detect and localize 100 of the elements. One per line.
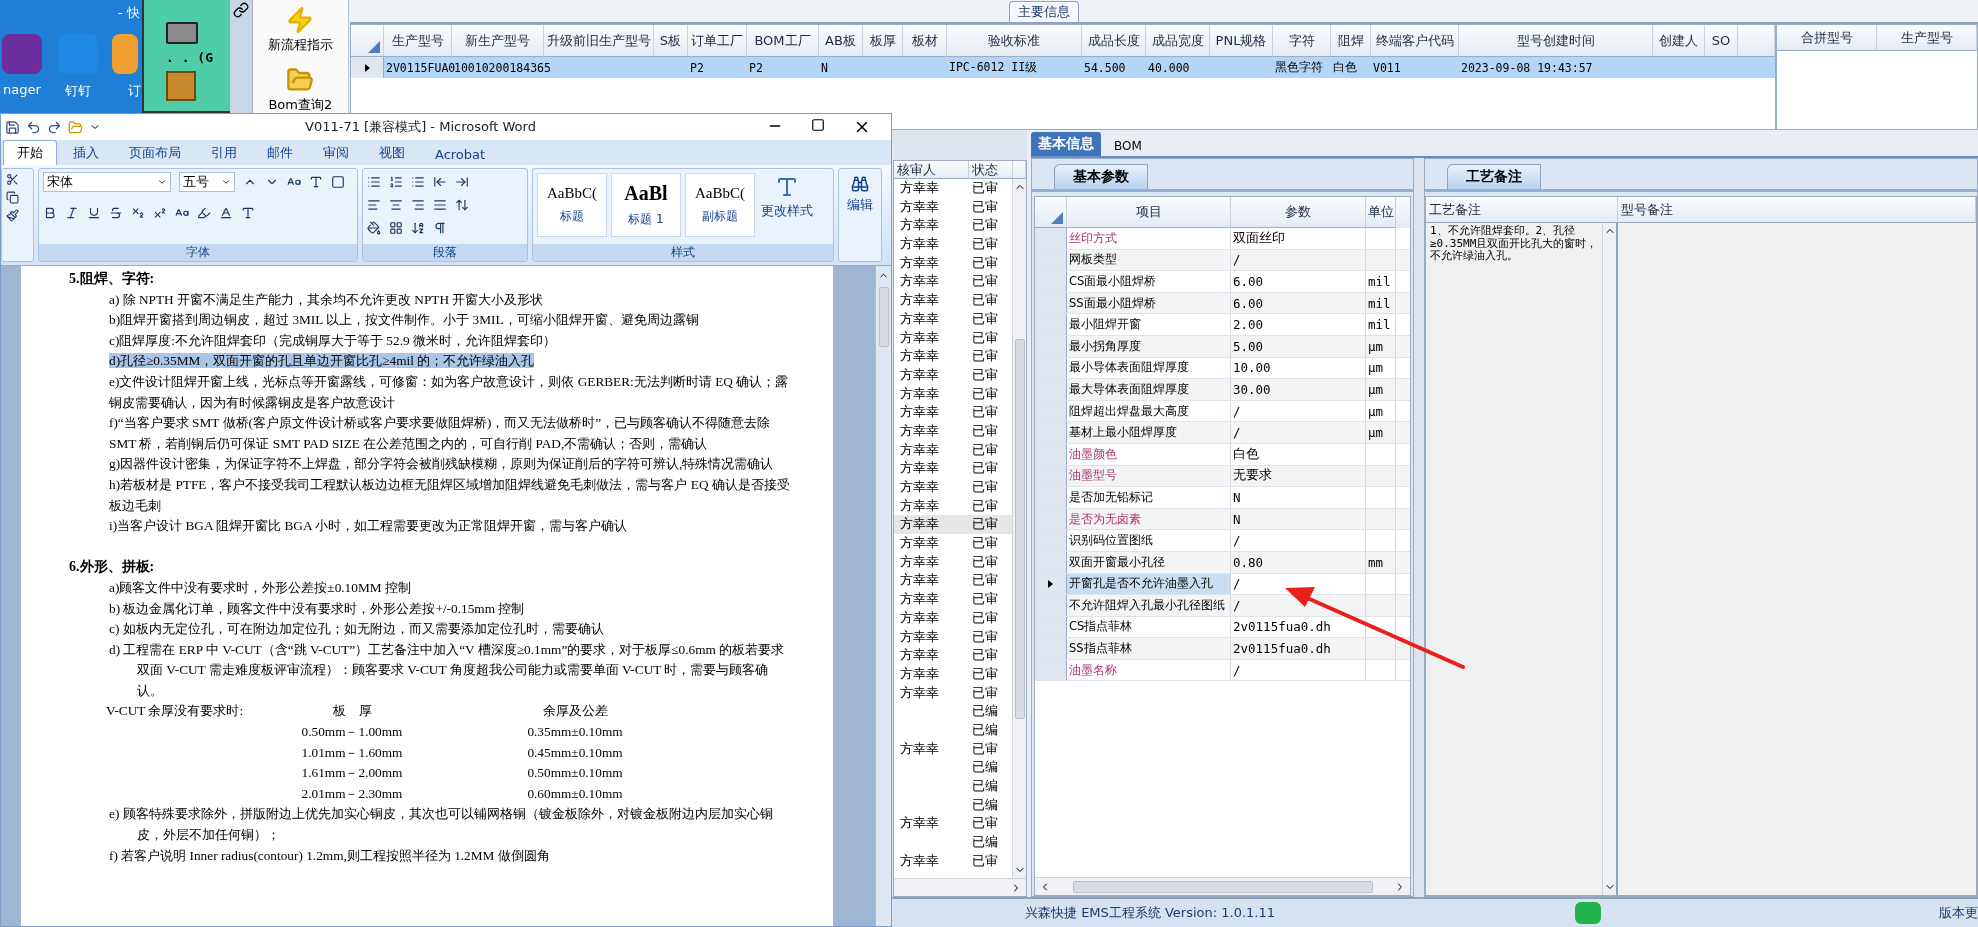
toolbar-button[interactable]: Bom查询2 xyxy=(264,64,337,116)
vertical-scrollbar[interactable] xyxy=(1012,179,1026,878)
vertical-scrollbar[interactable] xyxy=(875,266,891,926)
list-row[interactable]: 方幸幸 已审 xyxy=(894,515,1012,535)
style-gallery-item[interactable]: AaBl 标题 1 xyxy=(611,173,681,237)
save-icon[interactable] xyxy=(5,119,20,135)
horizontal-scrollbar[interactable] xyxy=(894,878,1026,896)
table-cell: mm xyxy=(1368,554,1384,570)
ribbon-tab[interactable]: Acrobat xyxy=(421,143,500,165)
link-icon[interactable] xyxy=(232,2,249,18)
table-row[interactable]: SS指点菲林 2v0115fua0.dh xyxy=(1035,638,1410,660)
font-color-icon[interactable] xyxy=(219,206,233,220)
style-gallery-item[interactable]: AaBbC( 副标题 xyxy=(685,173,755,237)
caret-icon[interactable] xyxy=(157,177,167,187)
ribbon-tab[interactable]: 审阅 xyxy=(309,140,363,165)
table-row[interactable]: 油墨名称 / xyxy=(1035,659,1410,682)
ribbon-tab[interactable]: 页面布局 xyxy=(115,140,195,165)
style-gallery-item[interactable]: AaBbC( 标题 xyxy=(537,173,607,237)
table-row[interactable]: 油墨颜色 白色 xyxy=(1035,443,1410,466)
align-left-icon[interactable] xyxy=(367,198,381,212)
horizontal-scrollbar[interactable] xyxy=(1035,877,1410,895)
table-row[interactable]: CS面最小阻焊桥 6.00 mil xyxy=(1035,271,1410,293)
table-row[interactable]: 基材上最小阻焊厚度 / μm xyxy=(1035,422,1410,444)
section-title: 主要信息 xyxy=(1009,1,1079,22)
decrease-indent-icon[interactable] xyxy=(433,175,447,189)
table-cell: 10.00 xyxy=(1231,357,1366,379)
strikethrough-icon[interactable] xyxy=(109,206,123,220)
maximize-icon[interactable] xyxy=(811,118,825,132)
tab[interactable]: BOM xyxy=(1107,136,1149,156)
scissors-icon[interactable] xyxy=(6,173,19,186)
align-center-icon[interactable] xyxy=(389,198,403,212)
tab[interactable]: 基本参数 xyxy=(1054,164,1148,189)
column-header[interactable]: 生产型号 xyxy=(1877,25,1977,51)
phonetic-guide-icon[interactable] xyxy=(309,175,323,189)
subscript-icon[interactable] xyxy=(131,206,145,220)
scrollbar-thumb[interactable] xyxy=(878,287,889,347)
table-cell: 无要求 xyxy=(1231,465,1366,487)
table-row[interactable]: 最小阻焊开窗 2.00 mil xyxy=(1035,314,1410,336)
tab[interactable]: 工艺备注 xyxy=(1447,164,1541,189)
table-cell: 白色 xyxy=(1333,60,1357,75)
table-row[interactable]: 识别码位置图纸 / xyxy=(1035,530,1410,552)
font-size-field[interactable]: 五号 xyxy=(179,172,235,192)
character-shading-icon[interactable] xyxy=(241,206,255,220)
table-row[interactable]: 最小导体表面阻焊厚度 10.00 μm xyxy=(1035,357,1410,380)
edit-button[interactable]: 编辑 xyxy=(843,173,877,216)
line-spacing-icon[interactable] xyxy=(455,198,469,212)
ribbon-tab[interactable]: 引用 xyxy=(197,140,251,165)
table-row[interactable]: 是否加无铅标记 N xyxy=(1035,487,1410,509)
highlighter-icon[interactable] xyxy=(197,206,211,220)
table-row[interactable]: SS面最小阻焊桥 6.00 mil xyxy=(1035,292,1410,315)
tab[interactable]: 基本信息 xyxy=(1031,132,1101,156)
copy-icon[interactable] xyxy=(6,191,19,204)
italic-icon[interactable] xyxy=(65,206,79,220)
table-row[interactable]: 阻焊超出焊盘最大高度 / μm xyxy=(1035,400,1410,423)
table-row[interactable]: 油墨型号 无要求 xyxy=(1035,465,1410,488)
vertical-scrollbar[interactable] xyxy=(1602,223,1616,895)
table-row[interactable]: 最小拐角厚度 5.00 μm xyxy=(1035,335,1410,358)
toolbar-button[interactable]: 新流程指示 xyxy=(263,4,337,56)
superscript-icon[interactable] xyxy=(153,206,167,220)
paint-bucket-icon[interactable] xyxy=(367,221,381,235)
column-header[interactable]: 合拼型号 xyxy=(1777,25,1877,51)
table-row[interactable]: 2V0115FUA010010200184365 P2 P2 N IPC-6012 II级 54.500 40.000 黑色字符 白色 V011 2023-09-08 19:43:57 xyxy=(351,57,1775,78)
undo-icon[interactable] xyxy=(26,119,41,135)
table-row[interactable]: 是否为无卤素 N xyxy=(1035,508,1410,531)
scrollbar-thumb[interactable] xyxy=(1014,338,1025,719)
table-row[interactable]: 最大导体表面阻焊厚度 30.00 μm xyxy=(1035,379,1410,401)
table-row[interactable]: 双面开窗最小孔径 0.80 mm xyxy=(1035,551,1410,574)
align-right-icon[interactable] xyxy=(411,198,425,212)
underline-icon[interactable] xyxy=(87,206,101,220)
sort-icon[interactable] xyxy=(411,221,425,235)
table-cell: N xyxy=(821,60,828,75)
paintbrush-icon[interactable] xyxy=(6,209,19,222)
numbering-icon[interactable] xyxy=(389,175,403,189)
table-cell: 2v0115fua0.dh xyxy=(1231,638,1366,659)
borders-icon[interactable] xyxy=(389,221,403,235)
bullets-icon[interactable] xyxy=(367,175,381,189)
pilcrow-icon[interactable] xyxy=(433,221,447,235)
table-cell: 阻焊超出焊盘最大高度 xyxy=(1067,400,1231,422)
table-row[interactable]: 丝印方式 双面丝印 xyxy=(1035,228,1410,250)
table-cell: 10010200184365 xyxy=(454,60,551,75)
redo-icon[interactable] xyxy=(47,119,62,135)
status-text[interactable]: 版本更 xyxy=(1939,904,1978,922)
bold-icon[interactable] xyxy=(43,206,57,220)
table-cell: 最大导体表面阻焊厚度 xyxy=(1067,379,1231,400)
ribbon-tab[interactable]: 邮件 xyxy=(253,140,307,165)
caret-icon[interactable] xyxy=(221,177,231,187)
multilevel-list-icon[interactable] xyxy=(411,175,425,189)
character-border-icon[interactable] xyxy=(331,175,345,189)
font-name-field[interactable]: 宋体 xyxy=(43,172,171,192)
table-cell: N xyxy=(1231,487,1366,508)
increase-indent-icon[interactable] xyxy=(455,175,469,189)
change-styles-button[interactable]: 更改样式 xyxy=(759,173,815,240)
table-row[interactable]: 不允许阻焊入孔最小孔径图纸 / xyxy=(1035,595,1410,617)
table-row[interactable]: 网板类型 / xyxy=(1035,249,1410,272)
ribbon-tab[interactable]: 视图 xyxy=(365,140,419,165)
ribbon-tab[interactable]: 开始 xyxy=(3,140,57,165)
table-cell: V011 xyxy=(1373,60,1401,75)
justify-icon[interactable] xyxy=(433,198,447,212)
scrollbar-thumb[interactable] xyxy=(1072,880,1373,893)
ribbon-tab[interactable]: 插入 xyxy=(59,140,113,165)
